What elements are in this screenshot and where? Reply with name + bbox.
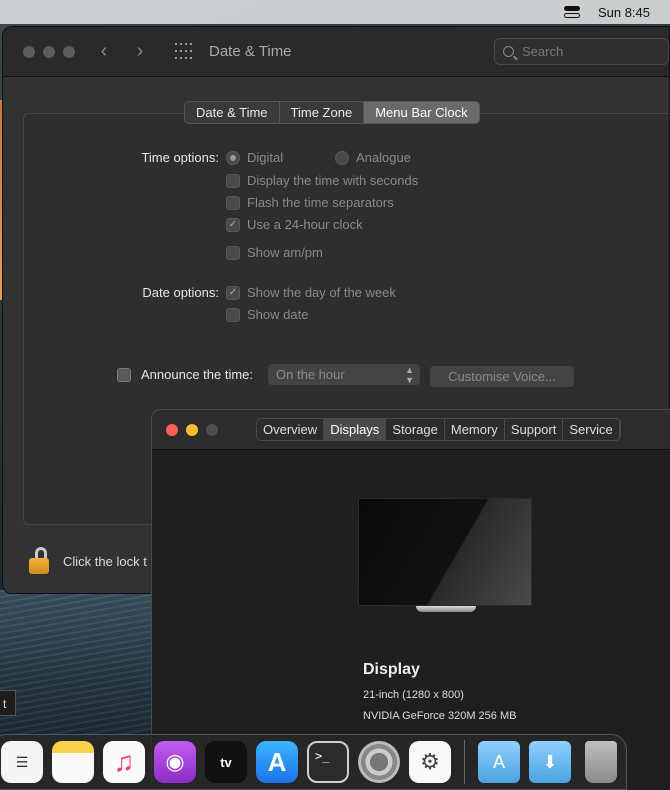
tv-icon[interactable]: tv (205, 741, 247, 783)
lock-text: Click the lock t (63, 553, 147, 569)
back-arrow-icon[interactable]: ‹ (97, 40, 111, 63)
window-title: Date & Time (209, 43, 292, 60)
about-this-mac-window: Overview Displays Storage Memory Support… (151, 409, 670, 790)
downloads-folder-icon[interactable]: ⬇ (529, 741, 571, 783)
checkbox-flash-label: Flash the time separators (247, 195, 394, 210)
search-input[interactable]: Search (494, 38, 669, 65)
dock: ☰ ♫ ◉ tv A >_ ⚙ A ⬇ (0, 734, 627, 790)
music-icon[interactable]: ♫ (103, 741, 145, 783)
checkbox-ampm-label: Show am/pm (247, 245, 323, 260)
radio-digital[interactable]: Digital (226, 150, 283, 165)
zoom-button[interactable] (206, 423, 218, 436)
tab-memory[interactable]: Memory (445, 419, 505, 440)
display-gpu: NVIDIA GeForce 320M 256 MB (363, 710, 517, 722)
menu-bar-clock[interactable]: Sun 8:45 (598, 5, 650, 20)
control-center-icon[interactable] (563, 6, 580, 18)
desktop-wallpaper (0, 590, 160, 740)
tab-date-time[interactable]: Date & Time (185, 102, 280, 123)
terminal-icon[interactable]: >_ (307, 741, 349, 783)
checkbox-ampm[interactable]: Show am/pm (226, 245, 323, 260)
radio-digital-label: Digital (247, 150, 284, 165)
radio-digital-control[interactable] (226, 150, 240, 165)
about-toolbar: Overview Displays Storage Memory Support… (152, 410, 670, 450)
applications-folder-icon[interactable]: A (478, 741, 520, 783)
system-preferences-icon[interactable] (358, 741, 400, 783)
desktop-window-tab[interactable]: t (0, 690, 16, 716)
app-store-icon[interactable]: A (256, 741, 298, 783)
tab-menu-bar-clock[interactable]: Menu Bar Clock (364, 102, 479, 123)
archive-utility-icon[interactable]: ⚙ (409, 741, 451, 783)
checkbox-show-date[interactable]: Show date (226, 307, 308, 322)
checkbox-ampm-control[interactable] (226, 245, 240, 260)
tab-storage[interactable]: Storage (386, 419, 445, 440)
checkbox-show-date-control[interactable] (226, 307, 240, 322)
podcasts-icon[interactable]: ◉ (154, 741, 196, 783)
radio-analogue-label: Analogue (356, 150, 411, 165)
checkbox-seconds-control[interactable] (226, 173, 240, 188)
checkbox-24-hour[interactable]: Use a 24-hour clock (226, 217, 363, 232)
announce-interval-select[interactable]: On the hour ▲ ▼ (268, 364, 420, 385)
minimize-button[interactable] (43, 45, 55, 58)
tab-overview[interactable]: Overview (257, 419, 325, 440)
zoom-button[interactable] (63, 45, 75, 58)
minimize-button[interactable] (186, 423, 198, 436)
announce-time-checkbox[interactable] (117, 367, 131, 382)
checkbox-flash[interactable]: Flash the time separators (226, 195, 394, 210)
radio-analogue[interactable]: Analogue (335, 150, 411, 165)
reminders-icon[interactable]: ☰ (1, 741, 43, 783)
tab-support[interactable]: Support (505, 419, 564, 440)
show-all-grid-icon[interactable] (175, 42, 193, 61)
announce-interval-value: On the hour (276, 367, 345, 382)
dock-separator (464, 740, 465, 784)
announce-time-row[interactable]: Announce the time: (117, 367, 253, 382)
about-tab-bar: Overview Displays Storage Memory Support… (256, 418, 621, 441)
date-options-label: Date options: (142, 285, 219, 300)
customise-voice-button[interactable]: Customise Voice... (430, 366, 574, 387)
prefs-toolbar: ‹ › Date & Time Search (3, 27, 669, 77)
checkbox-day-of-week-label: Show the day of the week (247, 285, 396, 300)
chevron-updown-icon: ▲ ▼ (405, 365, 414, 385)
search-placeholder: Search (522, 44, 564, 59)
about-window-controls (166, 423, 218, 436)
display-monitor-icon (358, 498, 532, 606)
checkbox-24-hour-control[interactable] (226, 217, 240, 232)
checkbox-day-of-week-control[interactable] (226, 285, 240, 300)
display-size: 21-inch (1280 x 800) (363, 689, 464, 701)
display-title: Display (363, 661, 420, 678)
checkbox-flash-control[interactable] (226, 195, 240, 210)
lock-icon[interactable] (29, 547, 49, 575)
time-options-label: Time options: (141, 150, 219, 165)
forward-arrow-icon[interactable]: › (133, 40, 147, 63)
checkbox-24-hour-label: Use a 24-hour clock (247, 217, 363, 232)
trash-icon[interactable] (585, 741, 617, 783)
close-button[interactable] (166, 423, 178, 436)
checkbox-show-date-label: Show date (247, 307, 309, 322)
window-controls (23, 45, 75, 58)
tab-time-zone[interactable]: Time Zone (280, 102, 365, 123)
announce-time-label: Announce the time: (141, 367, 254, 382)
close-button[interactable] (23, 45, 35, 58)
tab-service[interactable]: Service (563, 419, 620, 440)
menu-bar: Sun 8:45 (0, 0, 670, 24)
search-icon (503, 46, 514, 57)
notes-icon[interactable] (52, 741, 94, 783)
tab-displays[interactable]: Displays (324, 419, 387, 440)
checkbox-seconds[interactable]: Display the time with seconds (226, 173, 418, 188)
radio-analogue-control[interactable] (335, 150, 349, 165)
lock-row[interactable]: Click the lock t (29, 547, 147, 575)
checkbox-seconds-label: Display the time with seconds (247, 173, 419, 188)
checkbox-day-of-week[interactable]: Show the day of the week (226, 285, 396, 300)
display-stand (416, 606, 476, 612)
prefs-tab-bar: Date & Time Time Zone Menu Bar Clock (184, 101, 480, 124)
